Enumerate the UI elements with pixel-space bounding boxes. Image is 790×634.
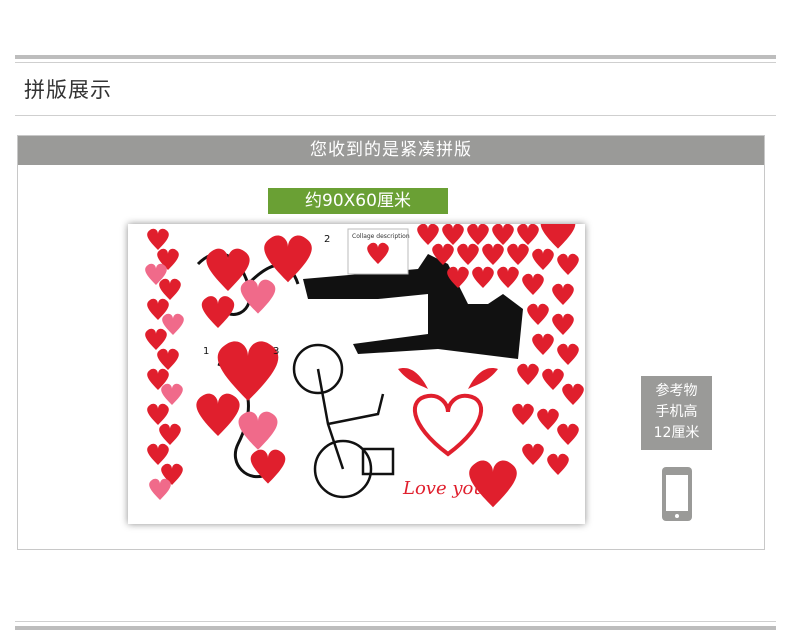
reference-line-2: 手机高 (655, 404, 698, 420)
swirl-heart-tree-top (196, 235, 312, 328)
title-divider (15, 115, 776, 116)
heart-frame (412, 393, 484, 457)
swirl-heart-tree-bottom (196, 341, 286, 484)
reference-box: 参考物 手机高 12厘米 (641, 376, 712, 450)
panel-header: 您收到的是紧凑拼版 (18, 136, 764, 165)
sticker-sheet-image: Collage description 2 1 3 Love you (128, 224, 585, 524)
bird-icon (398, 368, 498, 389)
bottom-rule-thin (15, 621, 776, 622)
size-badge: 约90X60厘米 (268, 188, 448, 214)
reference-line-3: 12厘米 (653, 425, 700, 441)
layout-panel: 您收到的是紧凑拼版 约90X60厘米 Collage description 2… (17, 135, 765, 550)
reference-line-1: 参考物 (655, 383, 698, 399)
section-title: 拼版展示 (24, 78, 112, 102)
top-rule-thin (15, 62, 776, 63)
bottom-rule (15, 626, 776, 630)
part-number-2: 2 (324, 234, 330, 245)
top-rule (15, 55, 776, 59)
phone-icon (661, 466, 693, 526)
bicycle-icon (292, 343, 395, 499)
part-number-1: 1 (203, 346, 209, 357)
collage-description-card: Collage description (347, 228, 410, 275)
heart-tree-left (145, 228, 184, 500)
collage-label: Collage description (352, 233, 410, 240)
sticker-artwork: Collage description 2 1 3 Love you (145, 224, 584, 508)
part-number-3: 3 (273, 346, 279, 357)
